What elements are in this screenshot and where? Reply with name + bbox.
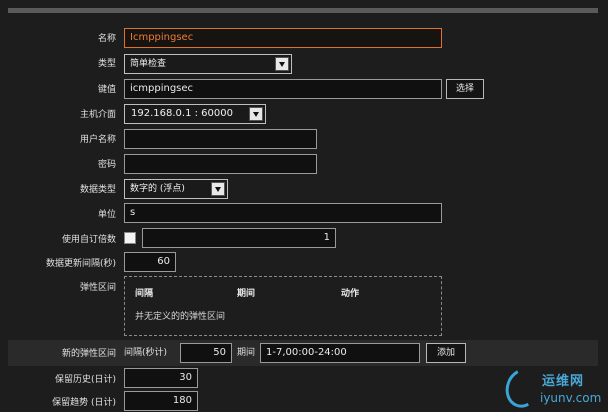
key-label: 键值 bbox=[97, 85, 116, 95]
multiplier-input[interactable]: 1 bbox=[142, 228, 336, 248]
chevron-down-icon[interactable] bbox=[249, 107, 263, 121]
new-flexible-interval-label: 新的弹性区间 bbox=[61, 349, 116, 359]
history-input[interactable]: 30 bbox=[124, 368, 198, 388]
password-input[interactable] bbox=[124, 154, 317, 174]
type-label: 类型 bbox=[97, 59, 116, 69]
col-interval-header: 间隔 bbox=[135, 289, 154, 299]
host-interface-label: 主机介面 bbox=[79, 110, 116, 120]
new-period-label: 期间 bbox=[237, 348, 256, 358]
add-interval-button[interactable]: 添加 bbox=[426, 343, 466, 363]
select-key-button[interactable]: 选择 bbox=[446, 79, 484, 99]
history-label: 保留历史(日计) bbox=[54, 375, 116, 385]
col-period-header: 期间 bbox=[237, 289, 256, 299]
key-input[interactable]: icmppingsec bbox=[124, 79, 442, 99]
data-type-select[interactable]: 数字的 (浮点) bbox=[124, 179, 228, 199]
top-divider bbox=[8, 8, 598, 13]
watermark-logo: 运维网 iyunv.com bbox=[500, 363, 608, 412]
watermark-cn: 运维网 bbox=[542, 374, 585, 389]
multiplier-checkbox[interactable] bbox=[124, 232, 136, 244]
flexible-intervals-table: 间隔 期间 动作 并无定义的的弹性区间 bbox=[124, 276, 442, 336]
username-label: 用户名称 bbox=[79, 135, 116, 145]
data-type-label: 数据类型 bbox=[79, 185, 116, 195]
update-interval-input[interactable]: 60 bbox=[124, 252, 176, 272]
swoosh-icon bbox=[500, 363, 546, 412]
chevron-down-icon[interactable] bbox=[211, 182, 225, 196]
units-input[interactable]: s bbox=[124, 203, 442, 223]
name-label: 名称 bbox=[97, 34, 116, 44]
new-period-input[interactable]: 1-7,00:00-24:00 bbox=[260, 343, 420, 363]
units-label: 单位 bbox=[97, 210, 116, 220]
data-type-value: 数字的 (浮点) bbox=[130, 184, 185, 194]
new-interval-input[interactable]: 50 bbox=[180, 343, 232, 363]
host-interface-value: 192.168.0.1 : 60000 bbox=[131, 108, 233, 119]
trends-label: 保留趋势 (日计) bbox=[52, 398, 116, 408]
username-input[interactable] bbox=[124, 129, 317, 149]
trends-input[interactable]: 180 bbox=[124, 391, 198, 411]
type-select-value: 简单检查 bbox=[130, 59, 167, 69]
host-interface-select[interactable]: 192.168.0.1 : 60000 bbox=[124, 104, 266, 124]
watermark-en: iyunv.com bbox=[540, 391, 602, 405]
empty-intervals-message: 并无定义的的弹性区间 bbox=[135, 312, 226, 322]
name-input[interactable]: Icmppingsec bbox=[124, 28, 442, 48]
col-action-header: 动作 bbox=[341, 289, 360, 299]
type-select[interactable]: 简单检查 bbox=[124, 54, 292, 74]
flexible-intervals-label: 弹性区间 bbox=[79, 283, 116, 293]
chevron-down-icon[interactable] bbox=[275, 57, 289, 71]
new-interval-seconds-label: 间隔(秒计) bbox=[124, 348, 168, 358]
update-interval-label: 数据更新间隔(秒) bbox=[45, 259, 116, 269]
password-label: 密码 bbox=[97, 160, 116, 170]
multiplier-label: 使用自订倍数 bbox=[61, 235, 116, 245]
